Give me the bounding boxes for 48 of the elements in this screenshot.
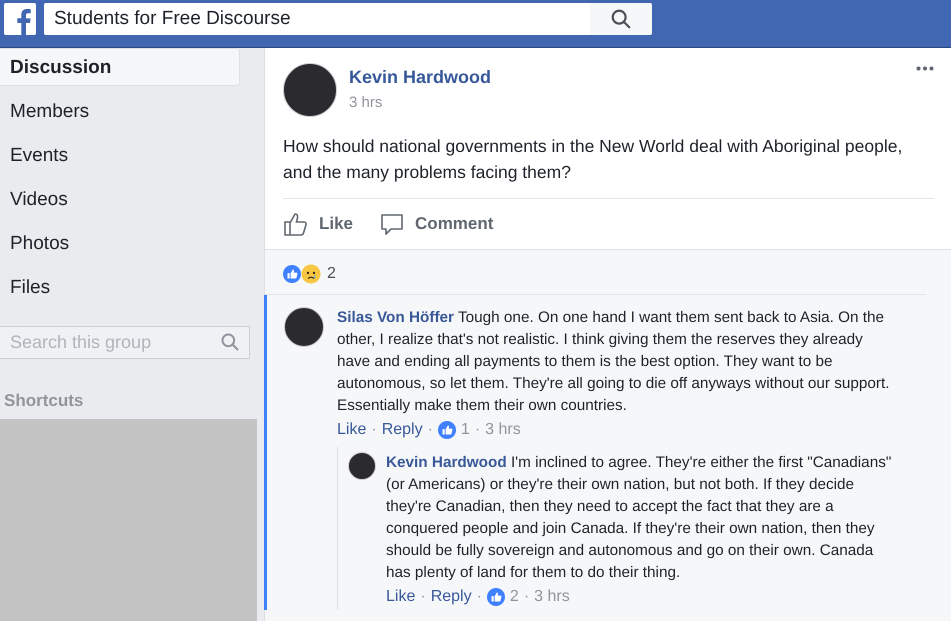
like-reaction-icon [283,265,301,283]
more-icon [916,66,934,71]
sidebar-item[interactable]: Files [0,268,240,306]
sidebar-item[interactable]: Discussion [0,48,240,86]
search-button[interactable] [590,3,652,35]
avatar [283,63,337,117]
separator-dot: · [476,588,482,606]
comment-button[interactable]: Comment [379,211,494,237]
post-text: How should national governments in the New World deal with Aboriginal people, and the many problems facing them? [283,135,903,184]
comment-action-link[interactable]: Like [337,421,366,439]
logo-icon[interactable] [4,3,36,35]
separator-dot: · [474,421,480,439]
thumbs-up-icon [283,211,309,237]
separator-dot: · [524,588,530,606]
comment-time: 3 hrs [485,421,521,439]
like-reaction-icon [486,588,505,606]
separator-dot: · [371,421,377,439]
post-author-link[interactable]: Kevin Hardwood [349,67,492,88]
separator-dot: · [428,421,433,439]
sidebar-item[interactable]: Videos [0,180,240,218]
comment-action-link[interactable]: Like [386,588,416,606]
comment-text: Kevin Hardwood I'm inclined to agree. They're either the first "Canadians" (or Americans) or they're their own nation, but not both. If they decide they're Canadian, then they need to accept the fact that they are a conquered people and join Canada. If they're their own nation, then they should be fully sovereign and autonomous and go on their own. Canada has plenty of land for them to do their thing. [386,453,892,583]
sidebar-item[interactable]: Members [0,92,240,130]
more-options-button[interactable] [914,64,936,73]
speech-bubble-icon [379,211,406,237]
search-field[interactable]: Students for Free Discourse [44,3,590,35]
search-icon [610,8,632,30]
avatar [284,307,324,347]
like-count: 2 [510,588,519,606]
comment-author-link[interactable]: Silas Von Höffer [337,309,454,326]
comment-author-link[interactable]: Kevin Hardwood [386,454,507,471]
separator-dot: · [420,588,426,606]
search-icon [220,332,240,352]
sad-face-icon [301,264,321,284]
comment-time: 3 hrs [534,588,570,606]
like-button[interactable]: Like [283,211,354,237]
comment-text: Silas Von Höffer Tough one. On one hand I want them sent back to Asia. On the other, I realize that's not realistic. I think giving them the reserves they already have and ending all payments to them is the best option. They want to be autonomous, so let them. They're all going to die off anyways without our support. Essentially make them their own countries. [337,308,891,416]
post-time: 3 hrs [349,94,384,111]
avatar [348,452,376,480]
comment-action-link[interactable]: Reply [382,421,423,439]
comment-action-link[interactable]: Reply [430,588,472,606]
sidebar-item[interactable]: Photos [0,224,240,262]
like-count: 1 [460,421,470,439]
shortcuts-heading: Shortcuts [3,390,84,412]
like-reaction-icon [438,421,456,439]
sidebar-item[interactable]: Events [0,136,240,174]
reaction-count[interactable]: 2 [327,265,336,283]
group-search-field[interactable]: Search this group [0,326,250,359]
